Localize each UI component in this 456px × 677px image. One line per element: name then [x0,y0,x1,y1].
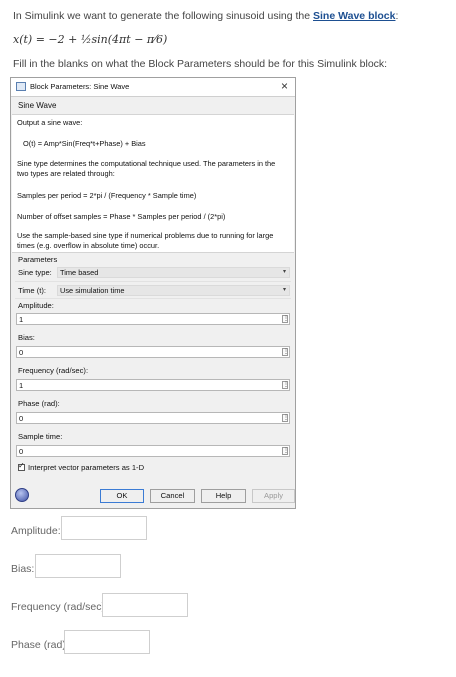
instruction-text: Fill in the blanks on what the Block Par… [13,58,388,70]
help-button[interactable]: Help [201,489,246,503]
bias-value: 0 [19,348,24,357]
apply-button[interactable]: Apply [252,489,295,503]
sine-wave-block-link[interactable]: Sine Wave block [313,10,395,22]
sine-type-value: Time based [60,268,99,277]
time-label: Time (t): [18,286,46,295]
app-window-icon [16,82,26,91]
cancel-button[interactable]: Cancel [150,489,195,503]
intro-text: In Simulink we want to generate the foll… [13,10,314,22]
description-formula: O(t) = Amp*Sin(Freq*t+Phase) + Bias [23,139,146,148]
interpret-vector-row[interactable]: Interpret vector parameters as 1-D [18,461,145,472]
amplitude-value: 1 [19,315,24,324]
frequency-value: 1 [19,381,24,390]
amplitude-answer-input[interactable] [61,516,147,540]
block-description: Output a sine wave: O(t) = Amp*Sin(Freq*… [12,114,294,253]
bias-answer-input[interactable] [35,554,121,578]
intro-colon: : [395,10,399,22]
description-line-5: Number of offset samples = Phase * Sampl… [17,212,226,221]
block-parameters-dialog: Block Parameters: Sine Wave × Sine Wave … [10,77,296,509]
amplitude-label: Amplitude: [18,301,54,310]
phase-answer-label: Phase (rad): [11,639,69,651]
sample-time-label: Sample time: [18,432,63,441]
description-line-1: Output a sine wave: [17,118,83,127]
parameters-heading: Parameters [18,255,58,264]
field-menu-icon[interactable]: ⋮ [282,381,289,389]
bias-answer-label: Bias: [11,563,35,575]
bias-label: Bias: [18,333,35,342]
dialog-title: Block Parameters: Sine Wave [30,82,130,91]
sine-type-label: Sine type: [18,268,52,277]
field-menu-icon[interactable]: ⋮ [282,348,289,356]
phase-label: Phase (rad): [18,399,60,408]
field-menu-icon[interactable]: ⋮ [282,447,289,455]
sample-time-field[interactable]: 0 ⋮ [16,445,290,457]
ok-button[interactable]: OK [100,489,144,503]
phase-field[interactable]: 0 ⋮ [16,412,290,424]
close-icon[interactable]: × [281,79,288,93]
frequency-label: Frequency (rad/sec): [18,366,89,375]
time-select[interactable]: Use simulation time ▾ [57,285,290,296]
field-menu-icon[interactable]: ⋮ [282,414,289,422]
description-line-4: Samples per period = 2*pi / (Frequency *… [17,191,197,200]
phase-answer-input[interactable] [64,630,150,654]
phase-value: 0 [19,414,24,423]
divider [15,281,291,282]
sine-type-select[interactable]: Time based ▾ [57,267,290,278]
time-value: Use simulation time [60,286,125,295]
block-name: Sine Wave [18,101,57,110]
checkbox-icon[interactable] [18,461,25,471]
description-line-6: Use the sample-based sine type if numeri… [17,231,274,250]
field-menu-icon[interactable]: ⋮ [282,315,289,323]
sample-time-value: 0 [19,447,24,456]
help-icon[interactable] [15,488,29,502]
dropdown-caret-icon: ▾ [282,269,286,275]
interpret-vector-label: Interpret vector parameters as 1-D [28,463,145,472]
amplitude-field[interactable]: 1 ⋮ [16,313,290,325]
bias-field[interactable]: 0 ⋮ [16,346,290,358]
divider [15,298,291,299]
frequency-field[interactable]: 1 ⋮ [16,379,290,391]
dialog-body: Sine Wave Output a sine wave: O(t) = Amp… [12,97,295,508]
frequency-answer-input[interactable] [102,593,188,617]
dropdown-caret-icon: ▾ [282,287,286,293]
amplitude-answer-label: Amplitude: [11,525,61,537]
question-intro: In Simulink we want to generate the foll… [13,10,398,22]
description-line-3: Sine type determines the computational t… [17,159,276,178]
frequency-answer-label: Frequency (rad/sec): [11,601,108,613]
dialog-titlebar: Block Parameters: Sine Wave × [11,78,295,97]
sinusoid-equation: x(t) = −2 + ½sin(4πt − π⁄6) [13,33,168,46]
